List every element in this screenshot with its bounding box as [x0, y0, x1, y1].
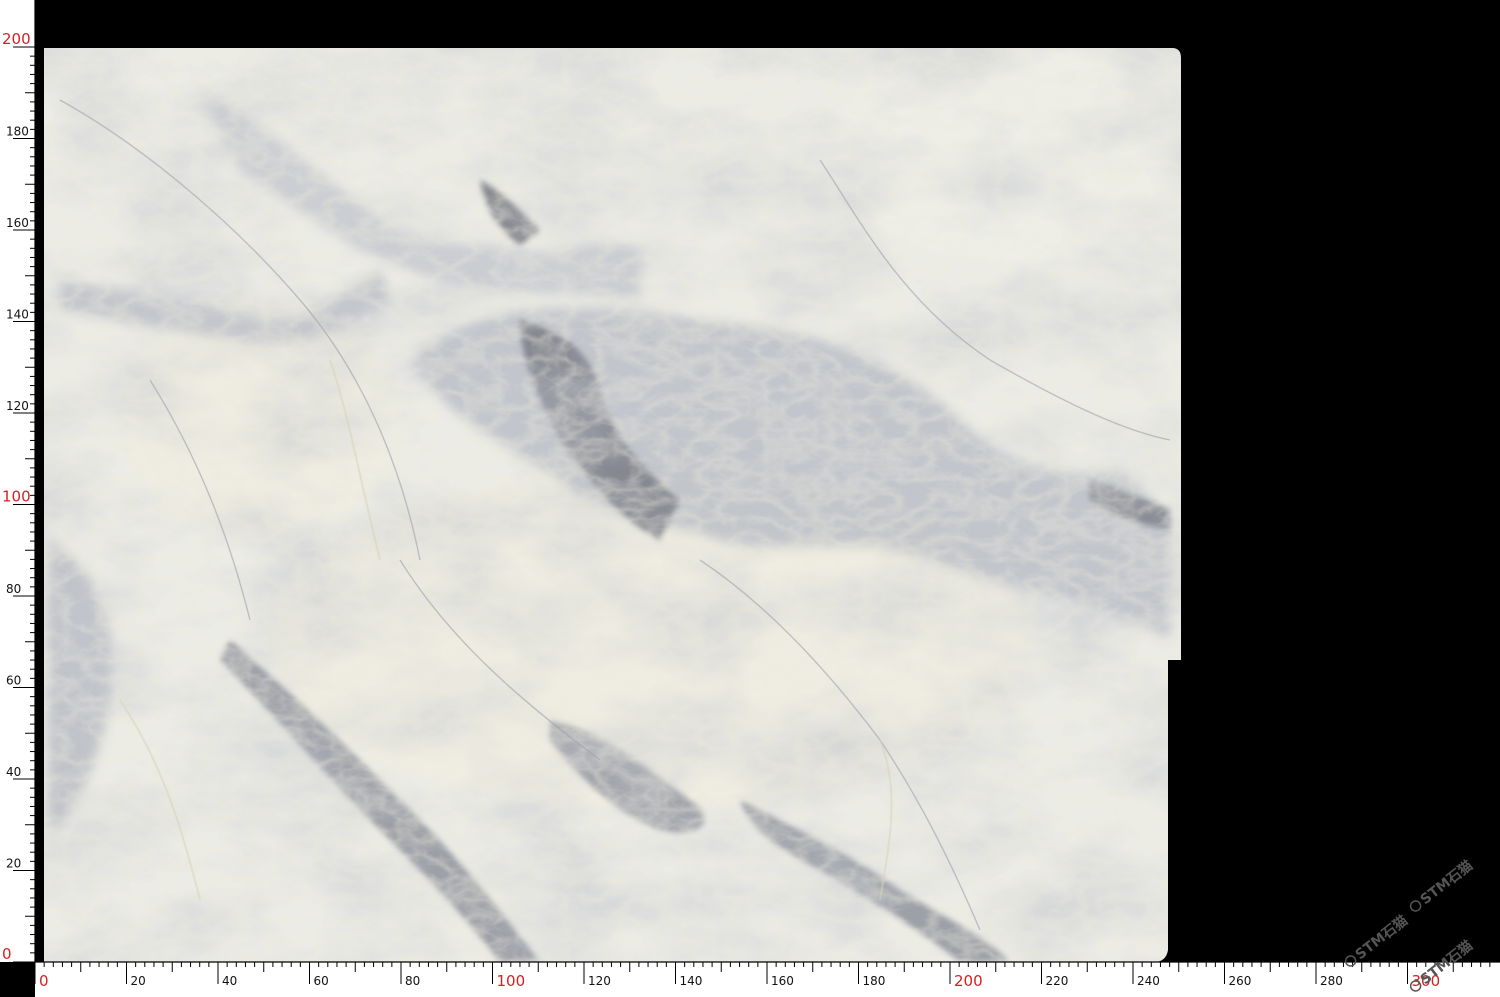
ruler-x-label: 100: [497, 972, 526, 990]
vertical-scale-ruler: 0 20 40 60 80 100 120 140 160 180 200: [0, 0, 36, 963]
ruler-x-label: 280: [1320, 974, 1343, 988]
marble-slab-photo: 0 20 40 60 80 100 120 140 160 180 200 220 240 260 280 3…: [0, 0, 1500, 997]
stm-logo-icon: [1409, 900, 1422, 912]
ruler-x-label: 60: [314, 974, 329, 988]
ruler-y-strip: [0, 0, 35, 962]
ruler-y-label: 80: [6, 582, 21, 596]
marble-slab: [44, 48, 1181, 962]
watermark-text: STM石猫: [1352, 912, 1411, 963]
ruler-x-label: 20: [131, 974, 146, 988]
ruler-x-label: 140: [680, 974, 703, 988]
ruler-y-label: 120: [6, 399, 29, 413]
ruler-x-label: 220: [1046, 974, 1069, 988]
ruler-y-label: 0: [2, 945, 12, 963]
ruler-x-label: 40: [222, 974, 237, 988]
horizontal-scale-ruler: 0 20 40 60 80 100 120 140 160 180 200 220 240 260 280 3…: [34, 961, 1500, 997]
ruler-x-label: 200: [954, 972, 983, 990]
ruler-x-label: 160: [771, 974, 794, 988]
ruler-y-label: 60: [6, 674, 21, 688]
ruler-x-label: 180: [863, 974, 886, 988]
watermark-right: STM石猫: [1409, 857, 1476, 912]
ruler-x-label: 240: [1137, 974, 1160, 988]
ruler-x-label: 80: [405, 974, 420, 988]
ruler-y-label: 20: [6, 857, 21, 871]
ruler-x-label: 0: [39, 972, 49, 990]
watermark-text: STM石猫: [1417, 857, 1476, 908]
ruler-y-label: 40: [6, 765, 21, 779]
ruler-y-label: 180: [6, 125, 29, 139]
ruler-y-label: 140: [6, 308, 29, 322]
ruler-y-label: 160: [6, 216, 29, 230]
ruler-x-label: 260: [1229, 974, 1252, 988]
ruler-x-label: 120: [588, 974, 611, 988]
ruler-y-label: 100: [2, 488, 31, 506]
ruler-y-label: 200: [2, 30, 31, 48]
